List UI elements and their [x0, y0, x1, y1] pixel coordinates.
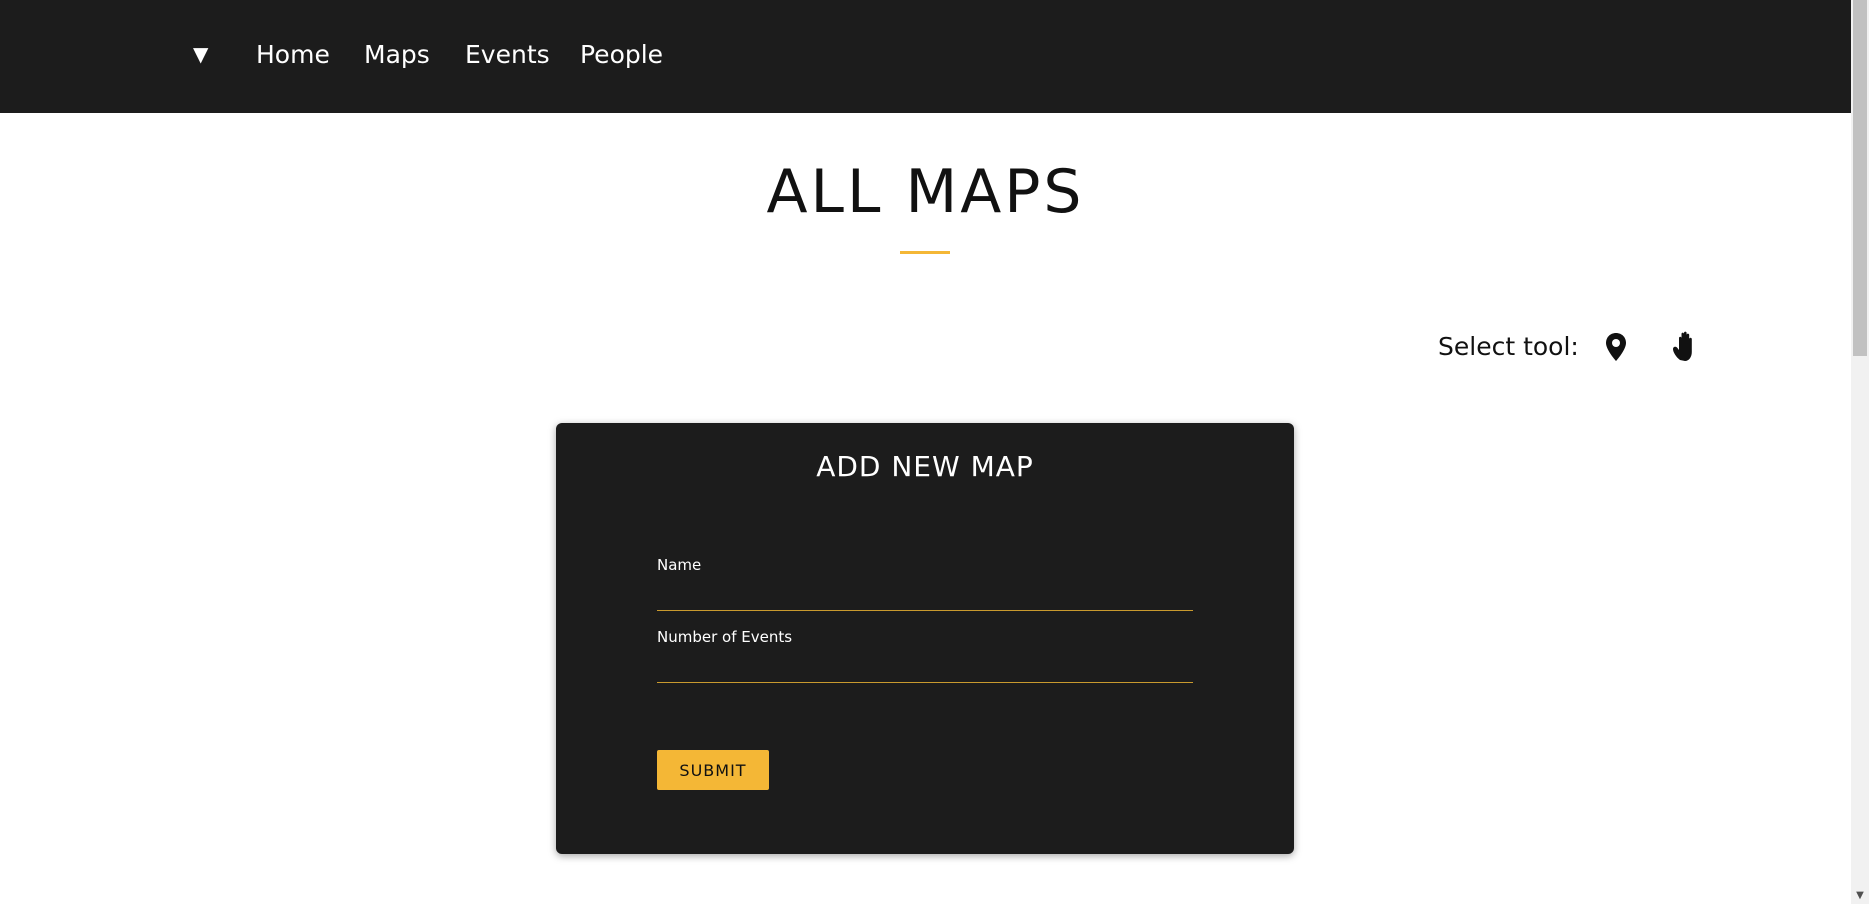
scrollbar-thumb[interactable]	[1853, 0, 1867, 356]
map-pin-icon[interactable]	[1604, 332, 1628, 362]
number-of-events-input[interactable]	[657, 656, 1193, 683]
scroll-down-arrow-icon[interactable]: ▼	[1853, 890, 1867, 902]
nav-link-maps[interactable]: Maps	[364, 38, 430, 72]
card-title: ADD NEW MAP	[816, 450, 1034, 483]
submit-button[interactable]: SUBMIT	[657, 750, 769, 790]
nav-link-people[interactable]: People	[580, 38, 663, 72]
select-tool-label: Select tool:	[1438, 332, 1579, 361]
hand-icon[interactable]	[1671, 330, 1703, 364]
page: ▼ Home Maps Events People ALL MAPS Selec…	[0, 0, 1869, 904]
add-map-card: ADD NEW MAP Name Number of Events SUBMIT	[556, 423, 1294, 854]
name-label: Name	[657, 556, 702, 574]
nav-link-home[interactable]: Home	[256, 38, 330, 72]
title-underline	[900, 251, 950, 254]
number-of-events-label: Number of Events	[657, 628, 793, 646]
top-navbar: ▼ Home Maps Events People	[0, 0, 1851, 113]
menu-toggle-icon[interactable]: ▼	[193, 42, 208, 66]
name-input[interactable]	[657, 584, 1193, 611]
page-title: ALL MAPS	[766, 157, 1085, 227]
nav-link-events[interactable]: Events	[465, 38, 550, 72]
